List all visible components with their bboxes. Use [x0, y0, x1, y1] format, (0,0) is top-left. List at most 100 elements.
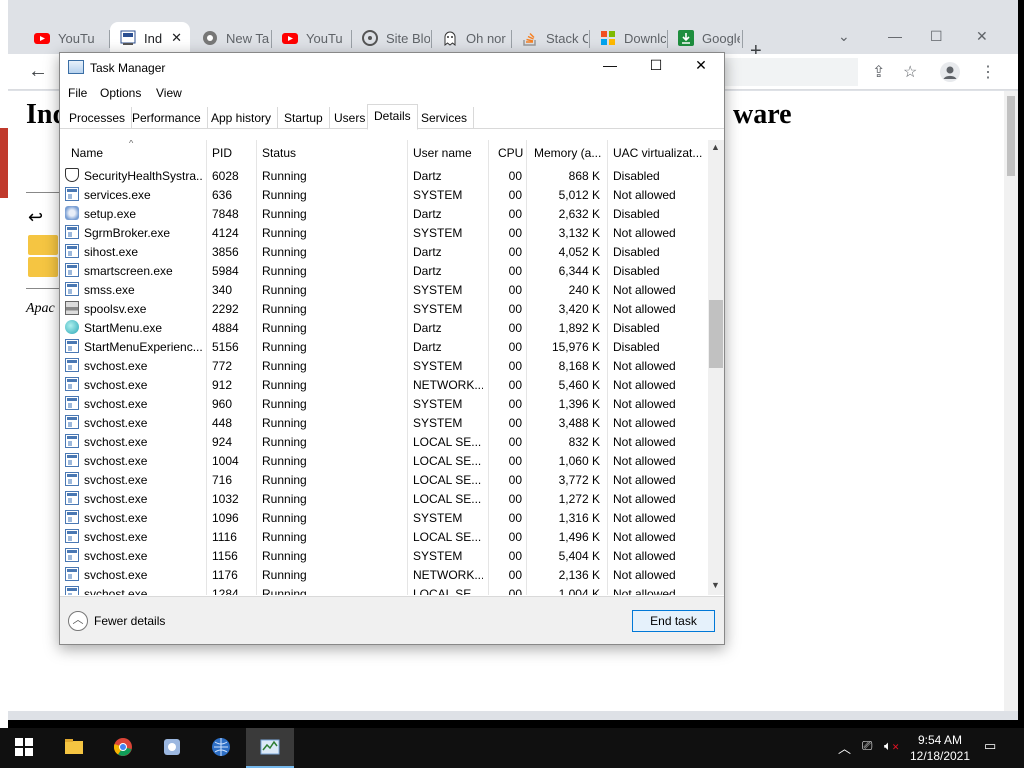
table-row[interactable]: svchost.exe 960 Running SYSTEM 00 1,396 K Not … [60, 394, 708, 413]
table-row[interactable]: services.exe 636 Running SYSTEM 00 5,012 K Not… [60, 185, 708, 204]
browser-tab[interactable]: Site Blo [352, 22, 430, 54]
folder-icon[interactable] [28, 235, 58, 255]
maximize-icon[interactable]: ☐ [646, 57, 666, 74]
show-hidden-icons-icon[interactable]: ︿ [838, 738, 851, 757]
fewer-details-link[interactable]: Fewer details [94, 614, 165, 628]
cell-uac: Not allowed [613, 302, 676, 316]
table-row[interactable]: svchost.exe 716 Running LOCAL SE... 00 3,772 … [60, 470, 708, 489]
end-task-button[interactable]: End task [632, 610, 715, 632]
column-cpu[interactable]: CPU [498, 146, 523, 160]
table-row[interactable]: StartMenu.exe 4884 Running Dartz 00 1,892 K Di… [60, 318, 708, 337]
page-scrollbar[interactable] [1004, 91, 1018, 711]
taskbar-network-app[interactable] [197, 728, 245, 768]
volume-muted-icon[interactable]: 🔈︎✕ [884, 738, 899, 754]
browser-tab[interactable]: YouTu [272, 22, 350, 54]
cell-cpu: 00 [508, 340, 522, 354]
tab-app-history[interactable]: App history [205, 107, 279, 129]
table-row[interactable]: svchost.exe 1116 Running LOCAL SE... 00 1,496… [60, 527, 708, 546]
tab-details[interactable]: Details [367, 104, 418, 130]
menu-file[interactable]: File [68, 86, 87, 100]
notification-center-icon[interactable]: ▭ [984, 738, 996, 754]
table-row[interactable]: svchost.exe 1004 Running LOCAL SE... 00 1,060… [60, 451, 708, 470]
scroll-down-icon[interactable]: ▼ [711, 580, 720, 590]
table-row[interactable]: sihost.exe 3856 Running Dartz 00 4,052 K Disab… [60, 242, 708, 261]
column-uac-virtualization[interactable]: UAC virtualizat... [613, 146, 705, 160]
browser-tab[interactable]: Downlc [590, 22, 666, 54]
table-row[interactable]: svchost.exe 1156 Running SYSTEM 00 5,404 K Not… [60, 546, 708, 565]
menu-view[interactable]: View [156, 86, 182, 100]
table-row[interactable]: svchost.exe 924 Running LOCAL SE... 00 832 K N… [60, 432, 708, 451]
browser-tab-active[interactable]: Ind ✕ [110, 22, 190, 54]
cell-pid: 5156 [212, 340, 239, 354]
column-memory[interactable]: Memory (a... [534, 146, 604, 160]
taskbar-settings-app[interactable] [148, 728, 196, 768]
table-scrollbar[interactable]: ▲ ▼ [708, 140, 724, 595]
process-window-icon [65, 472, 79, 486]
cell-name: svchost.exe [84, 397, 148, 411]
tab-services[interactable]: Services [415, 107, 475, 129]
taskbar-chrome[interactable] [99, 728, 147, 768]
cell-user: Dartz [413, 264, 442, 278]
cell-pid: 4884 [212, 321, 239, 335]
close-tab-icon[interactable]: ✕ [171, 30, 182, 46]
table-row[interactable]: setup.exe 7848 Running Dartz 00 2,632 K Disabl… [60, 204, 708, 223]
table-row[interactable]: svchost.exe 448 Running SYSTEM 00 3,488 K Not … [60, 413, 708, 432]
network-status-icon[interactable]: ⎚ [862, 738, 872, 754]
cell-status: Running [262, 397, 307, 411]
tab-search-icon[interactable]: ⌄ [838, 28, 850, 45]
browser-tab[interactable]: Stack C [512, 22, 588, 54]
column-user-name[interactable]: User name [413, 146, 472, 160]
table-row[interactable]: smss.exe 340 Running SYSTEM 00 240 K Not allow… [60, 280, 708, 299]
process-window-icon [65, 396, 79, 410]
system-clock[interactable]: 9:54 AM 12/18/2021 [905, 732, 975, 764]
table-row[interactable]: SgrmBroker.exe 4124 Running SYSTEM 00 3,132 K… [60, 223, 708, 242]
details-table: ^ Name PID Status User name CPU Memory (… [60, 140, 724, 595]
youtube-icon [34, 30, 50, 46]
tab-processes[interactable]: Processes [63, 107, 133, 129]
menu-options[interactable]: Options [100, 86, 141, 100]
cell-name: sihost.exe [84, 245, 139, 259]
table-row[interactable]: svchost.exe 1284 Running LOCAL SE... 00 1,004… [60, 584, 708, 595]
table-scrollbar-thumb[interactable] [709, 300, 723, 368]
close-window-icon[interactable]: ✕ [976, 28, 988, 45]
table-row[interactable]: svchost.exe 1176 Running NETWORK... 00 2,136 … [60, 565, 708, 584]
share-icon[interactable]: ⇪ [872, 62, 885, 82]
table-row[interactable]: SecurityHealthSystra... 6028 Running Dartz 0… [60, 166, 708, 185]
browser-tab[interactable]: Google [668, 22, 740, 54]
table-row[interactable]: spoolsv.exe 2292 Running SYSTEM 00 3,420 K Not… [60, 299, 708, 318]
table-row[interactable]: StartMenuExperienc... 5156 Running Dartz 00 1… [60, 337, 708, 356]
cell-mem: 1,892 K [558, 321, 600, 335]
taskbar-task-manager[interactable] [246, 728, 294, 768]
table-row[interactable]: svchost.exe 772 Running SYSTEM 00 8,168 K Not … [60, 356, 708, 375]
bookmark-star-icon[interactable]: ☆ [903, 62, 917, 82]
browser-tab[interactable]: New Ta [192, 22, 270, 54]
tab-users[interactable]: Users [328, 107, 373, 129]
taskbar-file-explorer[interactable] [50, 728, 98, 768]
table-row[interactable]: smartscreen.exe 5984 Running Dartz 00 6,344 K… [60, 261, 708, 280]
column-status[interactable]: Status [262, 146, 296, 160]
table-row[interactable]: svchost.exe 1096 Running SYSTEM 00 1,316 K Not… [60, 508, 708, 527]
back-folder-icon[interactable]: ↩ [28, 207, 43, 228]
column-pid[interactable]: PID [212, 146, 232, 160]
scroll-up-icon[interactable]: ▲ [711, 142, 720, 152]
cell-cpu: 00 [508, 283, 522, 297]
folder-icon[interactable] [28, 257, 58, 277]
back-arrow-icon[interactable]: ← [28, 60, 48, 83]
start-button[interactable] [0, 728, 48, 768]
tab-startup[interactable]: Startup [278, 107, 330, 129]
maximize-icon[interactable]: ☐ [930, 28, 943, 45]
chevron-up-icon[interactable]: ︿ [68, 611, 88, 631]
page-scrollbar-thumb[interactable] [1007, 96, 1015, 176]
more-menu-icon[interactable]: ⋮ [980, 62, 996, 82]
minimize-icon[interactable]: — [600, 57, 620, 73]
browser-tab[interactable]: Oh nor [432, 22, 510, 54]
minimize-icon[interactable]: — [888, 28, 902, 44]
task-manager-titlebar[interactable]: Task Manager — ☐ ✕ [60, 53, 724, 83]
browser-tab[interactable]: YouTu [24, 22, 104, 54]
close-icon[interactable]: ✕ [691, 57, 711, 74]
table-row[interactable]: svchost.exe 912 Running NETWORK... 00 5,460 K… [60, 375, 708, 394]
tab-performance[interactable]: Performance [126, 107, 208, 129]
table-row[interactable]: svchost.exe 1032 Running LOCAL SE... 00 1,272… [60, 489, 708, 508]
profile-avatar-icon[interactable] [940, 62, 960, 87]
column-name[interactable]: Name [71, 146, 103, 160]
